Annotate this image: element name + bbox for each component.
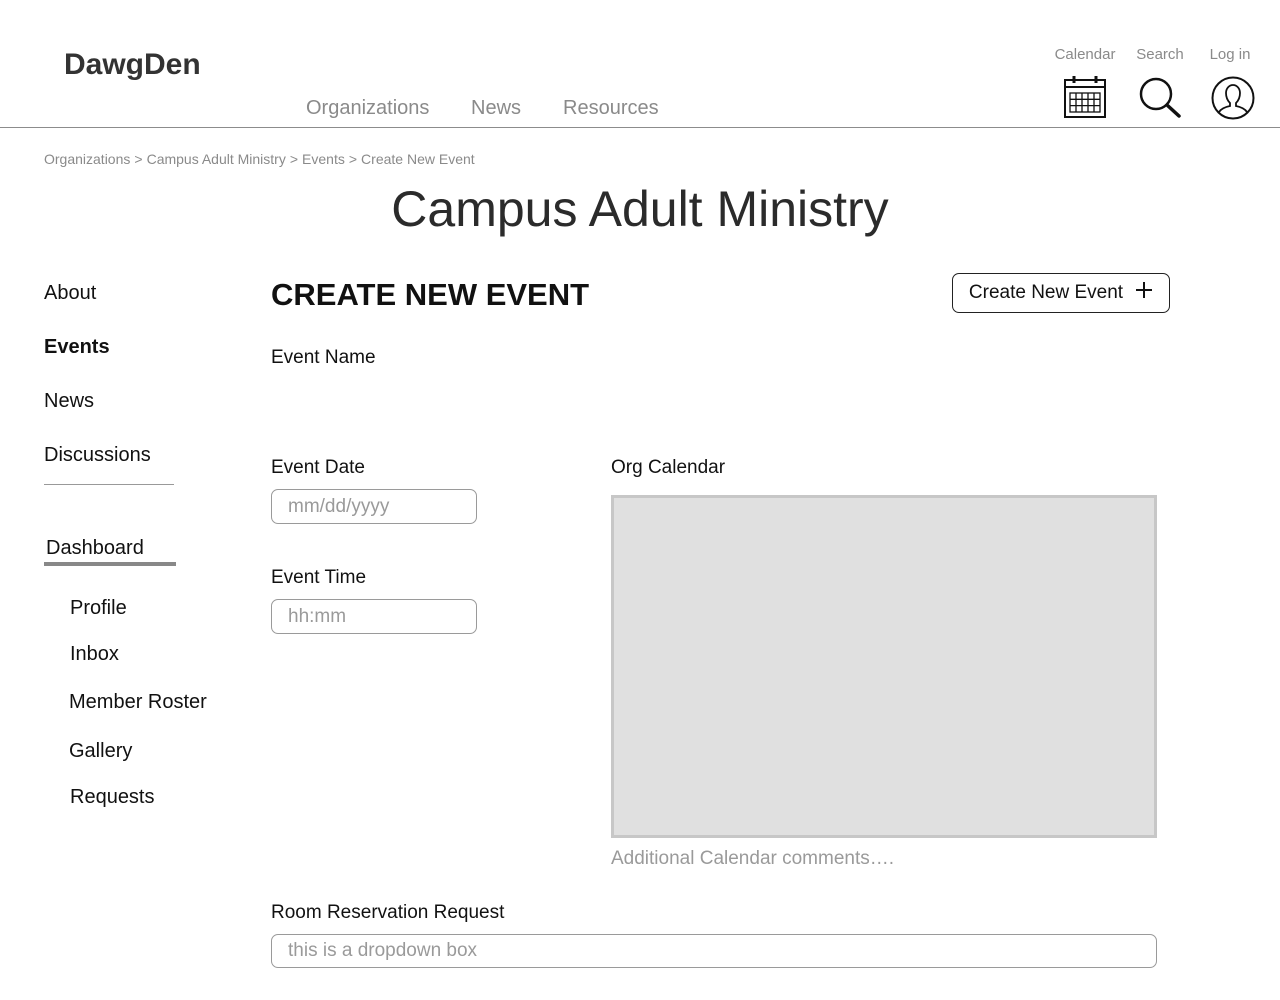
sidebar-dashboard[interactable]: Dashboard — [46, 537, 144, 560]
breadcrumb-events[interactable]: Events — [302, 151, 345, 167]
breadcrumb-create-new-event: Create New Event — [361, 151, 475, 167]
plus-icon — [1135, 281, 1153, 305]
sidebar-item-about[interactable]: About — [44, 282, 96, 305]
calendar-comment: Additional Calendar comments…. — [611, 848, 895, 869]
breadcrumb-campus-adult-ministry[interactable]: Campus Adult Ministry — [147, 151, 286, 167]
breadcrumb-separator: > — [289, 151, 299, 167]
breadcrumb: Organizations > Campus Adult Ministry > Even… — [44, 151, 479, 167]
sidebar-subitem-inbox[interactable]: Inbox — [70, 643, 119, 666]
calendar-icon[interactable] — [1063, 74, 1107, 120]
sidebar-subitem-requests[interactable]: Requests — [70, 786, 155, 809]
site-logo[interactable]: DawgDen — [64, 48, 201, 82]
sidebar-item-events[interactable]: Events — [44, 336, 110, 359]
header-divider — [0, 127, 1280, 128]
calendar-label: Calendar — [1054, 46, 1116, 63]
section-title: CREATE NEW EVENT — [271, 277, 590, 312]
search-label: Search — [1136, 46, 1184, 63]
search-icon[interactable] — [1138, 77, 1182, 119]
nav-organizations[interactable]: Organizations — [306, 97, 429, 120]
sidebar-item-news[interactable]: News — [44, 390, 94, 413]
create-button-label: Create New Event — [968, 282, 1124, 303]
sidebar-item-discussions[interactable]: Discussions — [44, 444, 151, 467]
org-calendar-label: Org Calendar — [611, 457, 726, 478]
nav-resources[interactable]: Resources — [563, 97, 659, 120]
event-time-label: Event Time — [271, 567, 367, 588]
event-date-input[interactable] — [271, 489, 477, 524]
event-date-label: Event Date — [271, 457, 365, 478]
sidebar-subitem-gallery[interactable]: Gallery — [69, 740, 132, 763]
user-login-icon[interactable] — [1211, 76, 1255, 120]
org-calendar-placeholder[interactable] — [611, 495, 1157, 838]
sidebar-subitem-profile[interactable]: Profile — [70, 597, 127, 620]
nav-news[interactable]: News — [471, 97, 521, 120]
dashboard-underline — [44, 562, 176, 566]
sidebar-subitem-member-roster[interactable]: Member Roster — [69, 691, 207, 714]
sidebar-divider — [44, 484, 174, 485]
breadcrumb-organizations[interactable]: Organizations — [44, 151, 130, 167]
login-label: Log in — [1209, 46, 1251, 63]
event-name-label: Event Name — [271, 347, 376, 368]
room-request-label: Room Reservation Request — [271, 902, 505, 923]
breadcrumb-separator: > — [134, 151, 143, 167]
create-new-event-button[interactable]: Create New Event — [952, 273, 1170, 313]
breadcrumb-separator: > — [348, 151, 358, 167]
page-title: Campus Adult Ministry — [391, 181, 889, 237]
room-request-dropdown[interactable] — [271, 934, 1157, 968]
event-time-input[interactable] — [271, 599, 477, 634]
